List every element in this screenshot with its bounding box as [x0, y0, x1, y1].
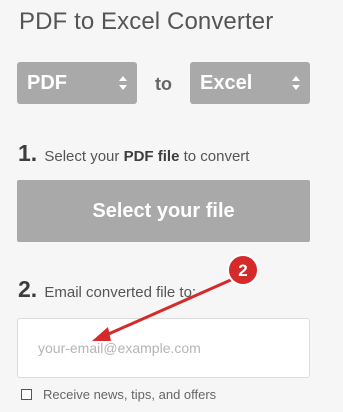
step2-number: 2. — [18, 276, 38, 302]
step2-instruction: 2. Email converted file to: — [18, 276, 196, 303]
step1-instruction: 1. Select your PDF file to convert — [18, 140, 249, 167]
annotation-badge-number: 2 — [238, 261, 247, 280]
annotation-badge — [227, 254, 259, 286]
newsletter-checkbox[interactable] — [21, 388, 32, 400]
newsletter-option: Receive news, tips, and offers — [21, 386, 216, 402]
newsletter-label: Receive news, tips, and offers — [43, 386, 217, 402]
from-format-value: PDF — [27, 72, 67, 94]
up-down-chevron-icon — [292, 76, 300, 90]
step1-text-before: Select your — [44, 148, 120, 165]
step2-text: Email converted file to: — [44, 284, 197, 301]
from-format-select[interactable]: PDF — [17, 62, 137, 104]
format-selector-row: PDF to Excel — [17, 62, 310, 104]
pdf-to-excel-page: PDF to Excel Converter PDF to Excel 1. S… — [0, 0, 343, 412]
up-down-chevron-icon — [119, 76, 127, 90]
step1-text-after: to convert — [183, 148, 250, 165]
to-format-value: Excel — [200, 72, 253, 94]
select-file-button[interactable]: Select your file — [17, 180, 310, 242]
to-format-select[interactable]: Excel — [190, 62, 310, 104]
page-title: PDF to Excel Converter — [19, 8, 274, 35]
format-connector-text: to — [155, 74, 172, 94]
email-input[interactable] — [17, 318, 310, 378]
step1-text-bold: PDF file — [123, 148, 180, 165]
step1-number: 1. — [18, 140, 38, 166]
